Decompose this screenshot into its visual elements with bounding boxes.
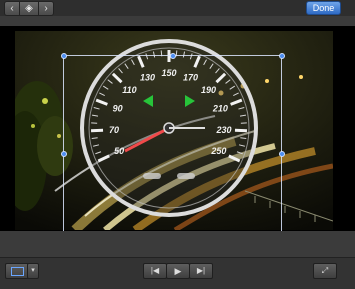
- speedometer-scene: 50 70 90 110 130 150 170190 210 230 250: [15, 31, 333, 230]
- fullscreen-button[interactable]: ⤢: [313, 263, 337, 279]
- gauge-speed-label: 250: [210, 146, 226, 156]
- top-toolbar: ‹ ◈ › Done: [0, 0, 355, 16]
- chevron-right-icon: ›: [44, 3, 47, 14]
- gauge-speed-label: 170: [183, 72, 198, 82]
- chevron-left-icon: ‹: [10, 3, 13, 14]
- crop-tool-button[interactable]: [5, 263, 29, 279]
- gauge-speed-label: 190: [201, 85, 216, 95]
- transition-button[interactable]: ◈: [19, 1, 39, 16]
- skip-back-icon: |◀: [151, 266, 159, 275]
- chevron-down-icon: ▾: [31, 267, 35, 274]
- gauge-minor-tick: [176, 50, 177, 56]
- gauge-speed-label: 130: [140, 72, 155, 82]
- crop-options-button[interactable]: ▾: [27, 263, 39, 279]
- speedometer: 50 70 90 110 130 150 170190 210 230 250: [82, 41, 256, 215]
- done-button[interactable]: Done: [306, 1, 341, 15]
- playback-toolbar: ▾ |◀ ▶ ▶| ⤢: [0, 257, 355, 289]
- skip-back-button[interactable]: |◀: [143, 263, 167, 279]
- gauge-speed-label: 70: [109, 125, 119, 135]
- previous-button[interactable]: ‹: [4, 1, 20, 16]
- gauge-minor-tick: [161, 50, 162, 56]
- gauge-speed-label: 110: [122, 85, 136, 95]
- video-viewer: 50 70 90 110 130 150 170190 210 230 250: [0, 26, 355, 231]
- gauge-speed-label: 150: [161, 68, 176, 78]
- transition-icon: ◈: [25, 3, 33, 14]
- play-icon: ▶: [175, 266, 182, 276]
- skip-forward-button[interactable]: ▶|: [189, 263, 213, 279]
- trip-readout: [177, 173, 195, 179]
- crop-icon: [11, 267, 24, 276]
- skip-forward-icon: ▶|: [197, 266, 205, 275]
- gauge-speed-label: 90: [113, 103, 123, 113]
- gauge-speed-label: 230: [215, 125, 231, 135]
- gauge-speed-label: 210: [212, 103, 228, 113]
- done-label: Done: [313, 3, 335, 13]
- odometer-readout: [143, 173, 161, 179]
- play-button[interactable]: ▶: [166, 263, 190, 279]
- fullscreen-icon: ⤢: [322, 266, 328, 275]
- gauge-speed-label: 50: [114, 146, 124, 156]
- video-frame: 50 70 90 110 130 150 170190 210 230 250: [15, 31, 333, 230]
- next-button[interactable]: ›: [38, 1, 54, 16]
